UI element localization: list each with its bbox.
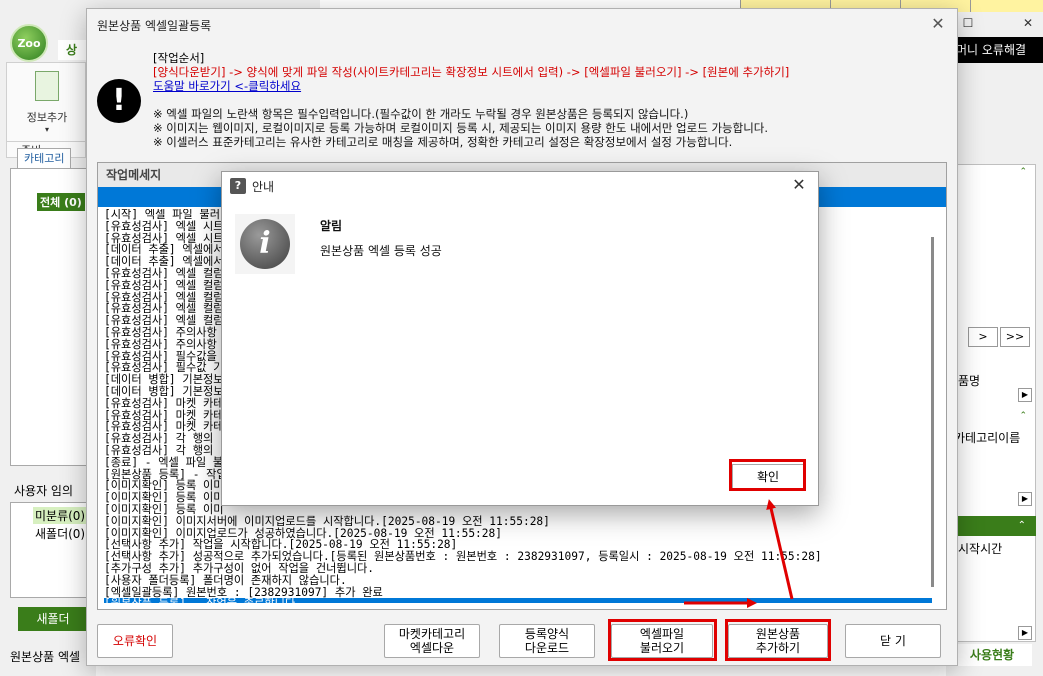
- highlight-confirm: [729, 459, 806, 491]
- close-label: 닫 기: [880, 634, 906, 648]
- dialog-title: 원본상품 엑셀일괄등록: [97, 19, 212, 33]
- close-icon[interactable]: ✕: [929, 15, 947, 33]
- column-product-name: 품명: [958, 374, 981, 388]
- ribbon-group-prepare: 정보추가 ▾ 준비: [6, 62, 87, 158]
- error-help-banner[interactable]: 머니 오류해결: [948, 37, 1043, 63]
- log-line: [원본상품 등록] - 작업을 종료합니다.: [104, 598, 932, 603]
- exclamation-icon: !: [97, 79, 141, 123]
- error-check-label: 오류확인: [112, 634, 158, 648]
- work-log-scrollbar[interactable]: [931, 237, 934, 587]
- usage-status-tab[interactable]: 사용현황: [952, 644, 1032, 666]
- user-folder-label: 사용자 임의: [14, 484, 74, 498]
- note-item: ※ 엑셀 파일의 노란색 항목은 필수입력입니다.(필수값이 한 개라도 누락될…: [153, 107, 689, 121]
- log-line: [추가구성 추가] 추가구성이 없어 작업을 건너뜁니다.: [104, 561, 375, 575]
- user-folder-panel: 사용자 임의 미분류(0) 새폴더(0): [10, 480, 90, 600]
- add-info-button[interactable]: 정보추가: [7, 109, 87, 125]
- info-heading: 알림: [320, 219, 343, 233]
- right-section-header: ⌃: [952, 516, 1036, 536]
- question-icon: ?: [230, 178, 246, 194]
- ribbon-tab-product[interactable]: 상품: [58, 40, 88, 77]
- market-category-label: 마켓카테고리 엑셀다운: [398, 627, 466, 655]
- column-category-name: 카테고리이름: [954, 431, 1021, 445]
- scroll-right-icon[interactable]: ▶: [1018, 388, 1032, 402]
- info-icon: i: [235, 214, 295, 274]
- new-folder-button[interactable]: 새폴더: [18, 607, 88, 631]
- folder-item-new[interactable]: 새폴더(0): [35, 525, 85, 542]
- notes-list: ※ 엑셀 파일의 노란색 항목은 필수입력입니다.(필수값이 한 개라도 누락될…: [153, 107, 768, 149]
- app-logo: Zoo: [10, 24, 48, 62]
- instructions-heading: [작업순서]: [153, 51, 205, 65]
- instructions-steps: [양식다운받기] -> 양식에 맞게 파일 작성(사이트카테고리는 확장정보 시…: [153, 65, 790, 79]
- highlight-excel-load: [608, 619, 717, 661]
- maximize-icon[interactable]: ☐: [958, 14, 978, 32]
- collapse-icon[interactable]: ⌃: [1019, 411, 1027, 421]
- chevron-down-icon[interactable]: ▾: [7, 125, 87, 134]
- info-dialog-titlebar: ? 안내 ✕: [222, 172, 818, 200]
- error-check-button[interactable]: 오류확인: [97, 624, 173, 658]
- right-side-panel: ⌃ ⌃: [946, 164, 1036, 642]
- form-download-button[interactable]: 등록양식 다운로드: [499, 624, 595, 658]
- close-icon[interactable]: ✕: [790, 176, 808, 194]
- note-item: ※ 이셀러스 표준카테고리는 유사한 카테고리로 매칭을 제공하며, 정확한 카…: [153, 135, 733, 149]
- category-all-item[interactable]: 전체 (0): [37, 193, 85, 211]
- page-last-button[interactable]: >>: [1000, 327, 1030, 347]
- status-bar-left: 원본상품 엑셀: [10, 650, 81, 664]
- scroll-right-icon[interactable]: ▶: [1018, 626, 1032, 640]
- close-button[interactable]: 닫 기: [845, 624, 941, 658]
- page-next-button[interactable]: >: [968, 327, 998, 347]
- info-dialog-title: 안내: [252, 180, 275, 194]
- work-order-instructions: [작업순서] [양식다운받기] -> 양식에 맞게 파일 작성(사이트카테고리는…: [153, 51, 789, 93]
- collapse-icon[interactable]: ⌃: [1019, 167, 1027, 177]
- form-download-label: 등록양식 다운로드: [524, 627, 570, 655]
- category-panel: 카테고리 전체 (0): [10, 148, 90, 466]
- market-category-download-button[interactable]: 마켓카테고리 엑셀다운: [384, 624, 480, 658]
- scroll-right-icon[interactable]: ▶: [1018, 492, 1032, 506]
- close-icon[interactable]: ✕: [1018, 14, 1038, 32]
- highlight-add-to-original: [725, 619, 831, 661]
- info-dialog: ? 안내 ✕ i 알림 원본상품 엑셀 등록 성공 확인: [221, 171, 934, 506]
- log-line: [이미지확인] 이미지서버에 이미지업로드를 시작합니다.[2025-08-19…: [104, 514, 550, 528]
- tab-category[interactable]: 카테고리: [17, 148, 72, 168]
- log-line: [사용자 폴더등록] 폴더명이 존재하지 않습니다.: [104, 573, 347, 587]
- column-start-time: 시작시간: [958, 542, 1003, 556]
- user-folder-list: 미분류(0) 새폴더(0): [10, 502, 90, 598]
- folder-item-unclassified[interactable]: 미분류(0): [33, 507, 88, 524]
- info-message: 원본상품 엑셀 등록 성공: [320, 244, 442, 258]
- add-info-icon[interactable]: [35, 71, 59, 101]
- help-link[interactable]: 도움말 바로가기 <-클릭하세요: [153, 79, 789, 93]
- note-item: ※ 이미지는 웹이미지, 로컬이미지로 등록 가능하며 로컬이미지 등록 시, …: [153, 121, 769, 135]
